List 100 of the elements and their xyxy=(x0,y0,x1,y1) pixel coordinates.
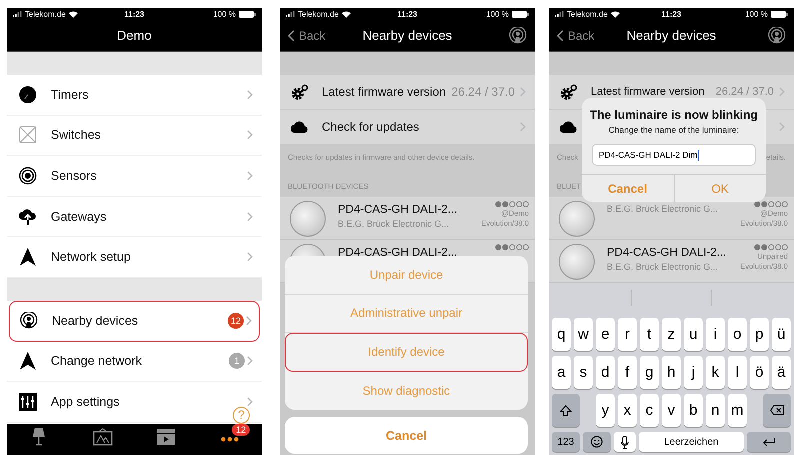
letter-key[interactable]: b xyxy=(684,394,703,427)
menu-item-label: Network setup xyxy=(51,250,131,264)
shift-key[interactable] xyxy=(552,394,580,427)
delete-key[interactable] xyxy=(763,394,791,427)
back-chevron-icon xyxy=(288,30,295,42)
device-name: PD4-CAS-GH DALI-2... xyxy=(338,204,458,216)
menu-item[interactable]: Nearby devices 12 xyxy=(9,300,260,342)
row-value: 26.24 / 37.0 xyxy=(716,86,774,98)
numbers-key[interactable]: 123 xyxy=(552,432,580,452)
device-photo-placeholder xyxy=(559,201,595,237)
menu-item[interactable]: Switches xyxy=(7,116,262,156)
smiley-icon xyxy=(591,436,603,448)
letter-key[interactable]: ä xyxy=(772,356,791,389)
settings-row[interactable]: Latest firmware version 26.24 / 37.0 xyxy=(280,75,535,110)
microphone-icon xyxy=(621,436,629,448)
letter-key[interactable]: q xyxy=(552,318,571,351)
chevron-icon xyxy=(247,170,253,181)
menu-item[interactable]: Timers xyxy=(7,75,262,116)
gears-icon xyxy=(560,84,578,100)
shift-icon xyxy=(560,404,572,416)
letter-key[interactable]: o xyxy=(728,318,747,351)
letter-key[interactable]: i xyxy=(706,318,725,351)
antenna-icon xyxy=(20,312,38,330)
antenna-icon xyxy=(768,26,786,44)
letter-key[interactable]: ü xyxy=(772,318,791,351)
letter-key[interactable]: ö xyxy=(750,356,769,389)
sliders-icon xyxy=(19,392,37,411)
letter-key[interactable]: t xyxy=(640,318,659,351)
menu-item-label: Timers xyxy=(51,88,89,102)
letter-key[interactable]: p xyxy=(750,318,769,351)
tab-item[interactable]: 12 xyxy=(198,424,262,455)
letter-key[interactable]: e xyxy=(596,318,615,351)
return-key[interactable] xyxy=(747,432,791,452)
screen-title: Nearby devices xyxy=(626,28,716,43)
picture-frame-icon xyxy=(92,428,113,446)
row-label: Latest firmware version xyxy=(591,86,705,98)
letter-key[interactable]: r xyxy=(618,318,637,351)
menu-item[interactable]: Change network 1 xyxy=(7,342,262,382)
emoji-key[interactable] xyxy=(583,432,611,452)
signal-dots-icon xyxy=(754,244,788,251)
letter-key[interactable]: f xyxy=(618,356,637,389)
battery-percent: 100 % xyxy=(486,10,509,18)
concentric-circles-icon xyxy=(19,166,37,185)
letter-key[interactable]: v xyxy=(662,394,681,427)
menu-item[interactable]: Gateways xyxy=(7,196,262,238)
back-button[interactable]: Back xyxy=(557,28,595,42)
chevron-icon xyxy=(520,122,526,132)
letter-key[interactable]: m xyxy=(728,394,747,427)
settings-row[interactable]: Check for updates xyxy=(280,110,535,145)
device-name: PD4-CAS-GH DALI-2... xyxy=(338,247,458,259)
menu-item-label: Nearby devices xyxy=(52,314,138,328)
gears-icon xyxy=(291,84,309,100)
carrier-name: Telekom.de xyxy=(567,10,608,18)
letter-key[interactable]: c xyxy=(640,394,659,427)
count-badge: 12 xyxy=(232,424,250,436)
screen-title: Demo xyxy=(117,28,152,43)
device-vendor: B.E.G. Brück Electronic G... xyxy=(607,204,720,214)
clock-icon xyxy=(19,86,37,104)
menu-item[interactable]: Sensors xyxy=(7,156,262,197)
microphone-key[interactable] xyxy=(614,432,636,452)
letter-key[interactable]: g xyxy=(640,356,659,389)
signal-bars-icon xyxy=(286,11,295,17)
space-key[interactable]: Leerzeichen xyxy=(639,432,744,452)
status-time: 11:23 xyxy=(397,10,418,18)
battery-icon xyxy=(239,10,256,18)
navigation-arrow-icon xyxy=(20,352,36,370)
signal-dots-icon xyxy=(754,201,788,208)
letter-key[interactable]: k xyxy=(706,356,725,389)
letter-key[interactable]: a xyxy=(552,356,571,389)
chevron-icon xyxy=(247,356,253,366)
chevron-icon xyxy=(247,130,253,140)
wifi-icon xyxy=(342,10,351,18)
letter-key[interactable]: d xyxy=(596,356,615,389)
device-photo-placeholder xyxy=(290,201,326,237)
letter-key[interactable]: l xyxy=(728,356,747,389)
letter-key[interactable]: z xyxy=(662,318,681,351)
cloud-upload-icon xyxy=(19,208,37,226)
letter-key[interactable]: w xyxy=(574,318,593,351)
menu-item-label: Sensors xyxy=(51,168,97,183)
return-icon xyxy=(762,437,776,447)
dialog-message: Change the name of the luminaire: xyxy=(608,125,740,135)
lamp-icon xyxy=(32,428,46,446)
letter-key[interactable]: u xyxy=(684,318,703,351)
letter-key[interactable]: x xyxy=(618,394,637,427)
menu-item-label: App settings xyxy=(51,394,120,409)
dialog-title: The luminaire is now blinking xyxy=(590,108,758,122)
name-input-field[interactable]: PD4-CAS-GH DALI-2 Dim xyxy=(592,144,756,166)
menu-item-label: Gateways xyxy=(51,210,107,224)
letter-key[interactable]: n xyxy=(706,394,725,427)
battery-icon xyxy=(512,10,529,18)
film-icon xyxy=(156,428,176,446)
letter-key[interactable]: j xyxy=(684,356,703,389)
chevron-icon xyxy=(247,212,253,222)
signal-bars-icon xyxy=(13,11,22,17)
cloud-icon xyxy=(291,121,309,133)
letter-key[interactable]: s xyxy=(574,356,593,389)
battery-percent: 100 % xyxy=(213,10,236,18)
letter-key[interactable]: y xyxy=(596,394,615,427)
back-button[interactable]: Back xyxy=(288,28,326,42)
letter-key[interactable]: h xyxy=(662,356,681,389)
